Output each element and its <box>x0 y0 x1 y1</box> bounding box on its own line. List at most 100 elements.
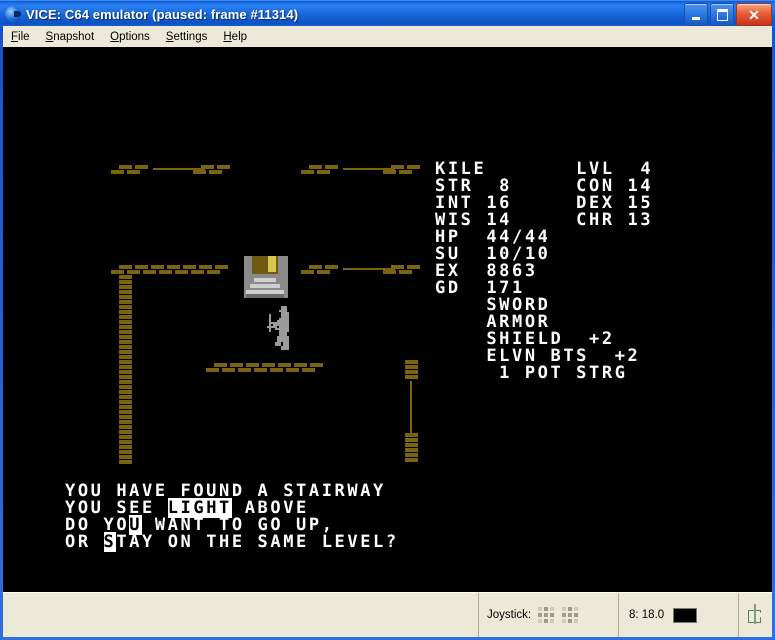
title-bar[interactable]: VICE: C64 emulator (paused: frame #11314… <box>0 0 775 27</box>
tape-status[interactable] <box>738 593 772 637</box>
wall-top-right <box>317 170 330 174</box>
wall-bottom-center <box>302 368 315 372</box>
wall-left-vertical <box>119 405 132 409</box>
menu-options-mnemonic: O <box>110 30 120 43</box>
wall-mid-right <box>301 270 314 274</box>
close-icon: ✕ <box>748 6 760 23</box>
wall-left-vertical <box>119 305 132 309</box>
wall-left-vertical <box>119 350 132 354</box>
wall-left-vertical <box>119 310 132 314</box>
wall-bottom-center <box>286 368 299 372</box>
wall-left-vertical <box>119 390 132 394</box>
wall-mid-right <box>325 265 338 269</box>
c64-display: KILE LVL 4 STR 8 CON 14 INT 16 DEX 15 WIS 1… <box>3 47 772 592</box>
wall-left-vertical <box>119 320 132 324</box>
vice-emulator-window: VICE: C64 emulator (paused: frame #11314… <box>0 0 775 640</box>
wall-left-vertical <box>119 290 132 294</box>
drive-status[interactable]: 8: 18.0 <box>618 593 738 637</box>
wall-left-vertical <box>119 280 132 284</box>
wall-mid-left <box>199 265 212 269</box>
menu-options[interactable]: Options <box>102 29 158 45</box>
maximize-button[interactable] <box>710 3 734 26</box>
wall-mid-left <box>191 270 204 274</box>
joystick-port-2-icon <box>562 607 579 623</box>
vice-c64-icon <box>5 6 21 22</box>
wall-bottom-center <box>254 368 267 372</box>
wall-mid-left <box>215 265 228 269</box>
message-log: YOU HAVE FOUND A STAIRWAY YOU SEE LIGHT A… <box>65 483 399 552</box>
wall-left-vertical <box>119 360 132 364</box>
wall-top-left <box>209 170 222 174</box>
wall-bottom-center <box>222 368 235 372</box>
wall-bottom-center <box>230 363 243 367</box>
menu-file[interactable]: File <box>3 29 38 45</box>
wall-mid-right <box>317 270 330 274</box>
wall-left-vertical <box>119 295 132 299</box>
wall-mid-left <box>207 270 220 274</box>
wall-mid-left <box>167 265 180 269</box>
wall-top-left <box>193 170 206 174</box>
wall-left-vertical <box>119 395 132 399</box>
menu-settings-label: ettings <box>173 30 208 43</box>
wall-top-left <box>135 165 148 169</box>
joystick-status[interactable]: Joystick: <box>478 593 618 637</box>
wall-mid-left <box>151 265 164 269</box>
wall-bottom-center <box>278 363 291 367</box>
window-controls: ✕ <box>684 3 772 26</box>
wall-mid-left <box>175 270 188 274</box>
wall-top-right <box>407 165 420 169</box>
window-title: VICE: C64 emulator (paused: frame #11314… <box>26 6 299 22</box>
wall-bottom-center <box>238 368 251 372</box>
wall-top-right <box>391 165 404 169</box>
wall-bottom-center <box>262 363 275 367</box>
wall-left-vertical <box>119 455 132 459</box>
menu-help[interactable]: Help <box>215 29 255 45</box>
wall-top-right <box>383 170 396 174</box>
status-empty-pane <box>3 593 478 637</box>
wall-mid-right <box>407 265 420 269</box>
character-stats-panel: KILE LVL 4 STR 8 CON 14 INT 16 DEX 15 WIS 1… <box>435 161 653 382</box>
menu-file-label: ile <box>18 30 30 43</box>
menu-file-mnemonic: F <box>11 30 19 43</box>
wall-right-lower <box>405 453 418 457</box>
wall-mid-left <box>111 270 124 274</box>
menu-options-label: ptions <box>119 30 150 43</box>
joystick-label: Joystick: <box>487 609 532 621</box>
menu-settings[interactable]: Settings <box>158 29 216 45</box>
wall-right-lower <box>405 443 418 447</box>
wall-left-vertical <box>119 400 132 404</box>
message-highlight: S <box>103 532 117 552</box>
joystick-port-1-icon <box>538 607 555 623</box>
wall-left-vertical <box>119 370 132 374</box>
stats-line: 1 POT STRG <box>435 363 628 383</box>
minimize-button[interactable] <box>684 3 708 26</box>
wall-top-right <box>325 165 338 169</box>
emulator-screen[interactable]: KILE LVL 4 STR 8 CON 14 INT 16 DEX 15 WIS 1… <box>3 47 772 592</box>
wall-left-vertical <box>119 355 132 359</box>
corridor-right-vertical <box>410 381 412 433</box>
stairway-sprite <box>242 254 290 300</box>
wall-right-upper <box>405 375 418 379</box>
wall-left-vertical <box>119 385 132 389</box>
wall-right-lower <box>405 433 418 437</box>
wall-top-right <box>399 170 412 174</box>
wall-top-right <box>301 170 314 174</box>
maximize-icon <box>716 8 728 21</box>
message-text: TAY ON THE SAME LEVEL? <box>116 532 399 552</box>
wall-bottom-center <box>270 368 283 372</box>
wall-left-vertical <box>119 425 132 429</box>
wall-top-left <box>119 165 132 169</box>
wall-left-vertical <box>119 330 132 334</box>
close-button[interactable]: ✕ <box>736 3 772 26</box>
wall-mid-left <box>159 270 172 274</box>
minimize-icon <box>692 16 700 20</box>
wall-mid-left <box>135 265 148 269</box>
drive-led-icon <box>673 607 698 623</box>
wall-top-left <box>217 165 230 169</box>
wall-left-vertical <box>119 345 132 349</box>
menu-snapshot-label: napshot <box>53 30 95 43</box>
menu-bar: File Snapshot Options Settings Help <box>3 26 772 48</box>
menu-snapshot[interactable]: Snapshot <box>38 29 103 45</box>
wall-right-upper <box>405 370 418 374</box>
wall-top-left <box>127 170 140 174</box>
